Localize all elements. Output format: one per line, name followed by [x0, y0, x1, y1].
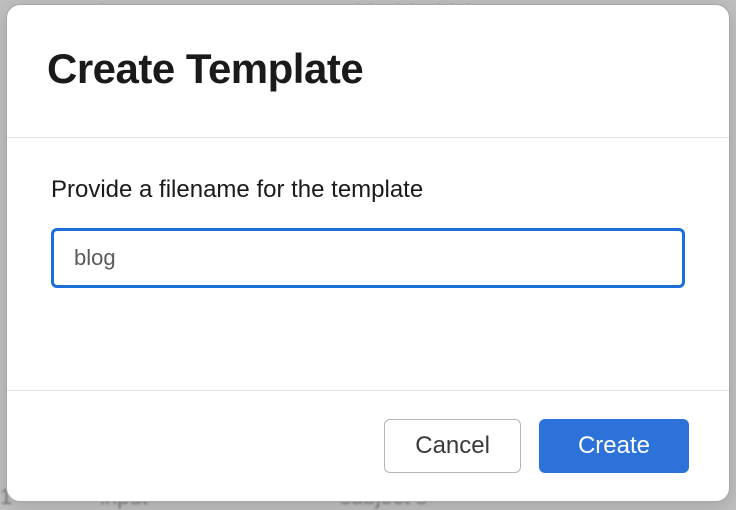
create-template-dialog: Create Template Provide a filename for t…	[6, 4, 730, 502]
dialog-body: Provide a filename for the template	[7, 138, 729, 391]
dialog-title: Create Template	[47, 45, 689, 93]
create-button[interactable]: Create	[539, 419, 689, 473]
dialog-footer: Cancel Create	[7, 391, 729, 501]
cancel-button[interactable]: Cancel	[384, 419, 521, 473]
filename-input[interactable]	[51, 228, 685, 288]
filename-label: Provide a filename for the template	[51, 176, 685, 204]
dialog-header: Create Template	[7, 5, 729, 138]
